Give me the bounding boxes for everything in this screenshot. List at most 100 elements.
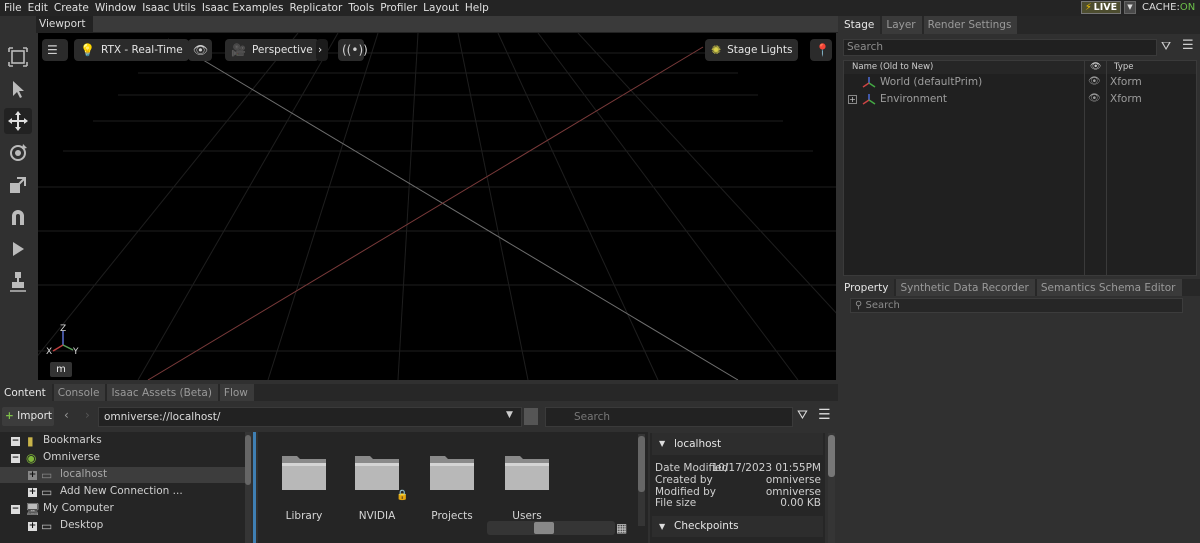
tab-synthetic-data-recorder[interactable]: Synthetic Data Recorder [896, 279, 1035, 296]
tree-item-bookmarks[interactable]: − ▮ Bookmarks [0, 433, 245, 449]
cache-state: ON [1179, 2, 1196, 13]
menu-profiler[interactable]: Profiler [377, 0, 420, 16]
tree-scrollbar-thumb[interactable] [245, 435, 251, 485]
tree-item-my-computer[interactable]: − 🖥 My Computer [0, 501, 245, 517]
pointer-icon[interactable] [4, 76, 32, 102]
menu-layout[interactable]: Layout [420, 0, 462, 16]
snap-magnet-icon[interactable] [4, 204, 32, 230]
details-header[interactable]: ▼ localhost [652, 433, 823, 455]
grid-view-icon[interactable]: ▦ [616, 521, 630, 535]
render-mode-button[interactable]: 💡 RTX - Real-Time [74, 39, 189, 61]
drive-icon: ▭ [41, 519, 53, 533]
live-button[interactable]: ⚡ LIVE [1081, 1, 1121, 14]
collapse-icon[interactable]: − [11, 454, 20, 463]
tree-item-label: Bookmarks [43, 434, 102, 446]
content-search-input[interactable]: Search [545, 407, 793, 427]
location-button[interactable]: 📍 [810, 39, 832, 61]
thumbnail-size-slider-handle[interactable] [534, 522, 554, 534]
import-button[interactable]: + Import [2, 407, 54, 426]
tab-stage[interactable]: Stage [840, 16, 881, 34]
live-dropdown-button[interactable]: ▼ [1124, 1, 1136, 14]
column-type-header[interactable]: Type [1114, 62, 1134, 72]
viewport-tab[interactable]: Viewport [36, 16, 94, 33]
tab-flow[interactable]: Flow [219, 384, 254, 401]
tab-property[interactable]: Property [840, 279, 895, 296]
stage-row[interactable]: World (defaultPrim) 👁 Xform [844, 74, 1196, 91]
details-scrollbar-thumb[interactable] [828, 435, 835, 477]
select-mode-icon[interactable] [4, 44, 32, 70]
eye-icon[interactable]: 👁 [1088, 93, 1101, 104]
expand-icon[interactable]: + [28, 488, 37, 497]
move-icon[interactable] [4, 108, 32, 134]
chevron-right-icon: › [316, 39, 328, 61]
broadcast-button[interactable]: ((•)) [338, 39, 368, 61]
rotate-icon[interactable] [4, 140, 32, 166]
stage-row[interactable]: + Environment 👁 Xform [844, 91, 1196, 108]
bookmark-icon[interactable] [524, 408, 538, 425]
viewport-canvas[interactable]: ☰ 💡 RTX - Real-Time 👁 🎥 Perspective › ((… [38, 33, 836, 380]
tree-item-omniverse[interactable]: − ◉ Omniverse [0, 450, 245, 466]
folder-icon [355, 456, 399, 490]
menu-create[interactable]: Create [51, 0, 92, 16]
stage-search-input[interactable]: Search [843, 39, 1157, 56]
path-field[interactable]: omniverse://localhost/ [98, 407, 522, 427]
stage-lights-button[interactable]: ✺ Stage Lights [705, 39, 799, 61]
menu-window[interactable]: Window [92, 0, 139, 16]
hamburger-menu-icon[interactable]: ☰ [818, 407, 831, 423]
viewport-settings-button[interactable]: ☰ [42, 39, 68, 61]
files-scrollbar-thumb[interactable] [638, 436, 645, 492]
menu-isaac-utils[interactable]: Isaac Utils [139, 0, 199, 16]
prim-name: World (defaultPrim) [880, 76, 983, 88]
tab-console[interactable]: Console [53, 384, 106, 401]
menu-help[interactable]: Help [462, 0, 492, 16]
eye-icon[interactable]: 👁 [1088, 76, 1101, 87]
units-button[interactable]: m [50, 362, 72, 377]
lock-icon: 🔒 [396, 490, 409, 501]
expand-icon[interactable]: + [848, 95, 857, 104]
tree-item-desktop[interactable]: + ▭ Desktop [0, 518, 245, 534]
expand-icon[interactable]: + [28, 522, 37, 531]
hamburger-menu-icon[interactable]: ☰ [1182, 38, 1194, 53]
omniverse-icon: ◉ [26, 451, 37, 465]
menu-file[interactable]: File [0, 0, 25, 16]
tab-layer[interactable]: Layer [882, 16, 922, 34]
menu-edit[interactable]: Edit [25, 0, 51, 16]
camera-button[interactable]: 🎥 Perspective [225, 39, 319, 61]
collapse-icon[interactable]: − [11, 437, 20, 446]
column-name-header[interactable]: Name (Old to New) [852, 62, 933, 72]
menu-tools[interactable]: Tools [345, 0, 377, 16]
folder-item[interactable]: 🔒 NVIDIA [349, 450, 409, 522]
tab-render-settings[interactable]: Render Settings [923, 16, 1018, 34]
forward-arrow-icon[interactable]: › [85, 408, 90, 422]
menu-isaac-examples[interactable]: Isaac Examples [199, 0, 287, 16]
xform-icon [862, 76, 876, 92]
play-icon[interactable] [4, 236, 32, 262]
tab-semantics-schema-editor[interactable]: Semantics Schema Editor [1036, 279, 1182, 296]
folder-item[interactable]: Users [499, 450, 555, 522]
visibility-button[interactable]: 👁 [188, 39, 212, 61]
checkpoints-header[interactable]: ▼ Checkpoints [652, 516, 823, 537]
menu-replicator[interactable]: Replicator [286, 0, 345, 16]
detail-value: 10/17/2023 01:55PM [711, 462, 821, 474]
tree-item-label: localhost [60, 468, 108, 480]
tree-item-add-connection[interactable]: + ▭ Add New Connection ... [0, 484, 245, 500]
filter-icon[interactable]: ⛛ [1161, 39, 1171, 54]
physics-icon[interactable] [4, 268, 32, 294]
tree-item-localhost[interactable]: + ▭ localhost [0, 467, 245, 483]
tree-item-label: My Computer [43, 502, 114, 514]
panel-splitter[interactable] [253, 432, 256, 543]
collapse-icon[interactable]: − [11, 505, 20, 514]
property-search-input[interactable]: ⚲ Search [850, 298, 1183, 313]
tab-content[interactable]: Content [0, 384, 52, 401]
scale-icon[interactable] [4, 172, 32, 198]
sun-icon: ✺ [711, 43, 722, 57]
folder-label: Library [285, 510, 323, 522]
expand-icon[interactable]: + [28, 471, 37, 480]
back-arrow-icon[interactable]: ‹ [64, 408, 69, 422]
filter-icon[interactable]: ⛛ [797, 408, 808, 423]
chevron-down-icon[interactable]: ▼ [506, 410, 513, 420]
details-title: localhost [674, 438, 722, 450]
folder-item[interactable]: Projects [424, 450, 480, 522]
tab-isaac-assets[interactable]: Isaac Assets (Beta) [107, 384, 218, 401]
folder-item[interactable]: Library [276, 450, 332, 522]
